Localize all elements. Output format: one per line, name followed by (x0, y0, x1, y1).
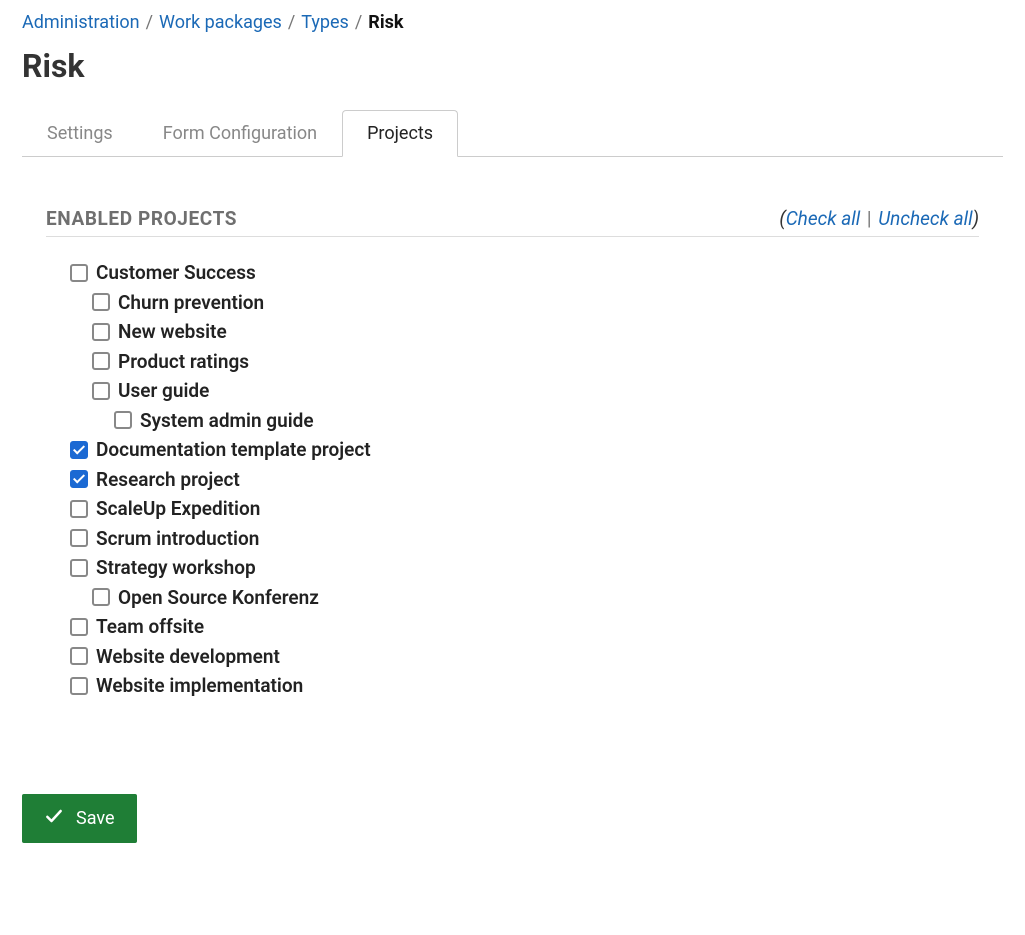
project-item: ScaleUp Expedition (70, 497, 1003, 523)
project-label[interactable]: Research project (70, 468, 240, 491)
project-name: Open Source Konferenz (118, 586, 319, 609)
project-label[interactable]: Website implementation (70, 674, 303, 697)
breadcrumb-separator: / (288, 12, 295, 33)
checkmark-icon (44, 806, 64, 831)
save-button-label: Save (76, 808, 115, 829)
projects-tree: Customer Success Churn prevention New webs… (70, 261, 1003, 700)
project-checkbox[interactable] (92, 323, 110, 341)
project-checkbox[interactable] (70, 500, 88, 518)
project-label[interactable]: Open Source Konferenz (92, 586, 319, 609)
project-checkbox[interactable] (70, 677, 88, 695)
project-item: Website implementation (70, 674, 1003, 700)
project-name: New website (118, 320, 227, 343)
tab-settings[interactable]: Settings (22, 110, 138, 157)
tabs: SettingsForm ConfigurationProjects (22, 109, 1003, 157)
breadcrumb-link[interactable]: Administration (22, 12, 140, 33)
project-name: Website implementation (96, 674, 303, 697)
project-name: Scrum introduction (96, 527, 259, 550)
project-label[interactable]: Team offsite (70, 615, 204, 638)
breadcrumb-link[interactable]: Types (301, 12, 349, 33)
project-name: User guide (118, 379, 209, 402)
project-item: Product ratings (92, 350, 1003, 376)
project-checkbox[interactable] (92, 382, 110, 400)
project-name: Team offsite (96, 615, 204, 638)
project-checkbox[interactable] (70, 618, 88, 636)
project-item: Open Source Konferenz (92, 586, 1003, 612)
section-title: Enabled Projects (46, 207, 237, 230)
section-header: Enabled Projects (Check all | Uncheck al… (46, 207, 979, 237)
tab-form-configuration[interactable]: Form Configuration (138, 110, 342, 157)
project-item: System admin guide (114, 409, 1003, 435)
save-button[interactable]: Save (22, 794, 137, 843)
project-label[interactable]: Documentation template project (70, 438, 371, 461)
project-item: Team offsite (70, 615, 1003, 641)
project-name: System admin guide (140, 409, 314, 432)
project-item: Website development (70, 645, 1003, 671)
project-checkbox[interactable] (92, 588, 110, 606)
page-title: Risk (22, 47, 1003, 85)
breadcrumb-current: Risk (368, 12, 403, 33)
project-name: Churn prevention (118, 291, 264, 314)
project-label[interactable]: System admin guide (114, 409, 314, 432)
project-label[interactable]: Product ratings (92, 350, 249, 373)
project-label[interactable]: Website development (70, 645, 280, 668)
project-name: Website development (96, 645, 280, 668)
project-name: ScaleUp Expedition (96, 497, 260, 520)
project-item: New website (92, 320, 1003, 346)
project-checkbox[interactable] (70, 441, 88, 459)
breadcrumb-separator: / (146, 12, 153, 33)
project-name: Research project (96, 468, 240, 491)
project-checkbox[interactable] (70, 264, 88, 282)
project-checkbox[interactable] (70, 647, 88, 665)
project-checkbox[interactable] (114, 411, 132, 429)
project-label[interactable]: Customer Success (70, 261, 256, 284)
project-checkbox[interactable] (92, 293, 110, 311)
project-item: Scrum introduction (70, 527, 1003, 553)
project-label[interactable]: Churn prevention (92, 291, 264, 314)
project-label[interactable]: Strategy workshop (70, 556, 256, 579)
uncheck-all-link[interactable]: Uncheck all (878, 207, 972, 230)
project-item: Research project (70, 468, 1003, 494)
tab-projects[interactable]: Projects (342, 110, 458, 157)
project-name: Documentation template project (96, 438, 371, 461)
project-label[interactable]: User guide (92, 379, 209, 402)
project-name: Strategy workshop (96, 556, 256, 579)
project-label[interactable]: ScaleUp Expedition (70, 497, 260, 520)
project-item: Documentation template project (70, 438, 1003, 464)
check-all-link[interactable]: Check all (786, 207, 861, 230)
bulk-actions: (Check all | Uncheck all) (779, 207, 979, 230)
project-item: Customer Success Churn prevention New webs… (70, 261, 1003, 434)
project-label[interactable]: Scrum introduction (70, 527, 259, 550)
project-checkbox[interactable] (92, 352, 110, 370)
project-checkbox[interactable] (70, 529, 88, 547)
project-item: Churn prevention (92, 291, 1003, 317)
project-name: Customer Success (96, 261, 256, 284)
project-name: Product ratings (118, 350, 249, 373)
project-checkbox[interactable] (70, 470, 88, 488)
breadcrumb-separator: / (355, 12, 362, 33)
breadcrumb-link[interactable]: Work packages (159, 12, 282, 33)
project-label[interactable]: New website (92, 320, 227, 343)
project-item: User guide System admin guide (92, 379, 1003, 434)
project-checkbox[interactable] (70, 559, 88, 577)
breadcrumb: Administration / Work packages / Types / Risk (22, 12, 1003, 33)
project-item: Strategy workshop Open Source Konferenz (70, 556, 1003, 611)
